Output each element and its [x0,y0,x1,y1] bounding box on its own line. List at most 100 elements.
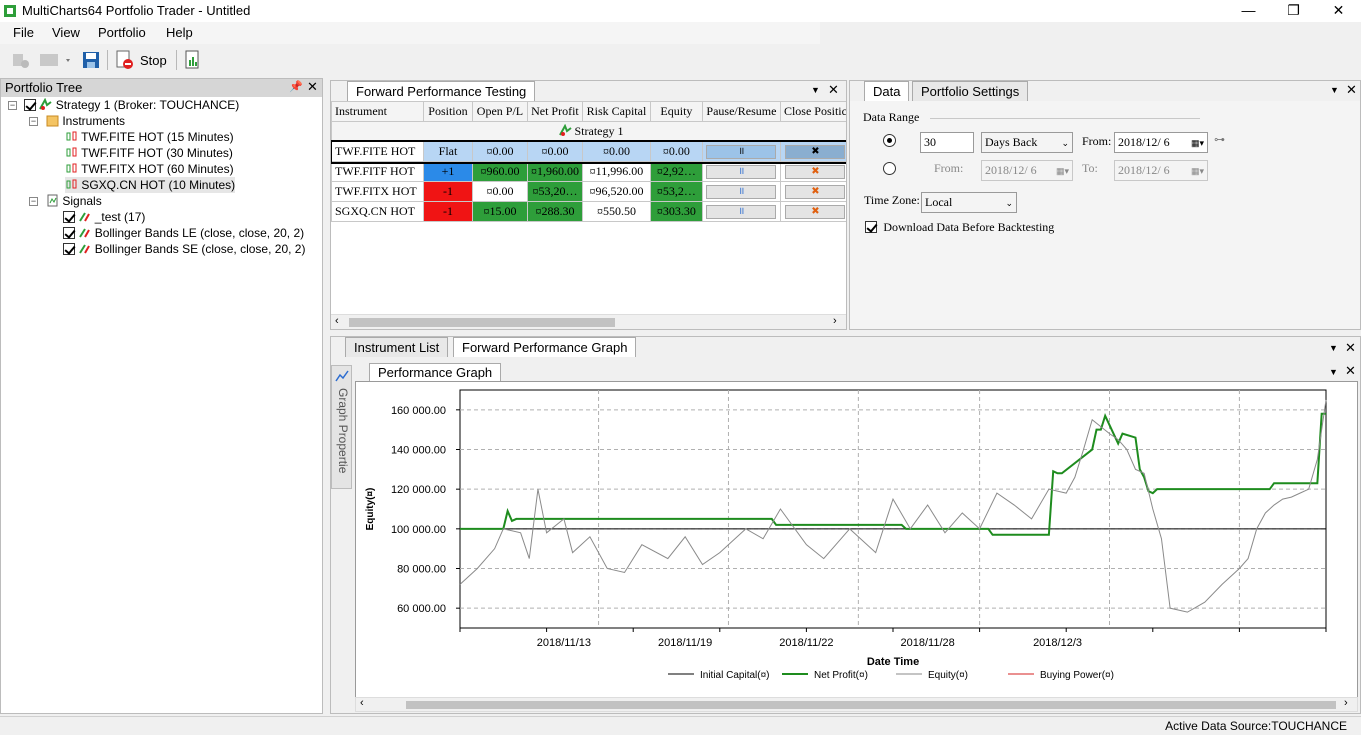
tree-instrument[interactable]: TWF.FITX HOT (60 Minutes) [65,161,234,177]
stop-icon[interactable] [114,48,136,72]
cell-close: ✖ [779,141,846,162]
tab-forward-performance-testing[interactable]: Forward Performance Testing [347,81,536,101]
fpt-tabstrip: Forward Performance Testing ▼ ✕ [331,81,846,101]
to-date-picker[interactable]: 2018/12/ 6 ▦▾ [1114,160,1208,181]
tree-signals[interactable]: Signals [46,193,102,209]
menu-help[interactable]: Help [166,25,193,40]
from-label: From: [1082,134,1112,148]
menu-portfolio[interactable]: Portfolio [98,25,146,40]
maximize-button[interactable]: ❐ [1271,0,1316,22]
close-position-button[interactable]: ✖ [785,185,846,200]
pause-button[interactable]: ॥ [706,205,777,220]
close-position-button[interactable]: ✖ [785,165,846,180]
checkbox[interactable] [63,227,75,239]
tab-portfolio-settings[interactable]: Portfolio Settings [912,81,1029,101]
checkbox[interactable] [24,99,36,111]
col-net-profit[interactable]: Net Profit [526,101,583,122]
close-window-button[interactable]: ✕ [1316,0,1361,22]
minimize-button[interactable]: — [1226,0,1271,22]
table-row[interactable]: TWF.FITX HOT -1 ¤0.00 ¤53,20… ¤96,520.00… [331,181,846,202]
tree-instruments[interactable]: Instruments [46,113,125,129]
collapse-icon[interactable]: − [8,101,17,110]
fpt-grid: Instrument Position Open P/L Net Profit … [331,101,846,222]
cell-instrument: TWF.FITE HOT [331,141,424,162]
scrollbar-thumb[interactable] [406,701,1336,709]
tree-instrument[interactable]: TWF.FITF HOT (30 Minutes) [65,145,233,161]
tree-strategy[interactable]: Strategy 1 (Broker: TOUCHANCE) [24,97,239,113]
pin-icon[interactable]: 📌 [289,80,303,93]
days-input[interactable]: 30 [920,132,974,153]
scroll-left-icon[interactable]: ‹ [360,697,364,709]
from-date-picker[interactable]: 2018/12/ 6 ▦▾ [1114,132,1208,153]
scrollbar-thumb[interactable] [349,318,615,327]
tree-instrument[interactable]: SGXQ.CN HOT (10 Minutes) [65,177,236,193]
col-instrument[interactable]: Instrument [331,101,424,122]
scroll-left-icon[interactable]: ‹ [335,315,339,327]
menu-view[interactable]: View [52,25,80,40]
close-icon[interactable]: ✕ [1345,340,1356,356]
x-tick-label: 2018/12/3 [1033,637,1082,649]
days-mode-select[interactable]: Days Back ⌄ [981,132,1073,153]
scroll-right-icon[interactable]: › [1344,697,1348,709]
checkbox[interactable] [63,211,75,223]
table-row[interactable]: TWF.FITE HOT Flat ¤0.00 ¤0.00 ¤0.00 ¤0.0… [331,139,846,164]
plot-area [459,389,1327,629]
save-icon[interactable] [80,48,102,72]
stop-button[interactable]: Stop [140,53,167,68]
pause-button[interactable]: ॥ [706,145,777,160]
close-icon[interactable]: ✕ [1345,363,1356,379]
col-risk-capital[interactable]: Risk Capital [581,101,651,122]
cell-pause: ॥ [701,161,781,182]
close-position-button[interactable]: ✖ [785,205,846,220]
close-icon[interactable]: ✕ [828,82,839,98]
horizontal-scrollbar[interactable]: ‹ › [331,314,846,329]
scroll-right-icon[interactable]: › [833,315,837,327]
download-data-checkbox-row[interactable]: Download Data Before Backtesting [865,220,1054,235]
checkbox[interactable] [63,243,75,255]
link-icon[interactable]: ⊶ [1214,133,1225,146]
timezone-select[interactable]: Local ⌄ [921,192,1017,213]
tree-signal[interactable]: Bollinger Bands SE (close, close, 20, 2) [63,241,305,257]
close-icon[interactable]: ✕ [307,79,318,95]
tree-signal[interactable]: Bollinger Bands LE (close, close, 20, 2) [63,225,304,241]
menu-file[interactable]: File [13,25,34,40]
from2-date-value: 2018/12/ 6 [985,163,1037,177]
chevron-down-icon[interactable]: ▼ [1329,367,1338,377]
chevron-down-icon[interactable]: ▼ [1330,85,1339,95]
pause-button[interactable]: ॥ [706,165,777,180]
signal-label: Bollinger Bands LE (close, close, 20, 2) [94,226,305,240]
group-row: Strategy 1 [331,121,846,142]
tab-data[interactable]: Data [864,81,910,101]
chevron-down-icon[interactable]: ▼ [811,85,820,95]
col-position[interactable]: Position [422,101,473,122]
download-data-checkbox[interactable] [865,221,877,233]
add-instrument-icon[interactable] [10,48,32,72]
tab-performance-graph[interactable]: Performance Graph [369,363,502,382]
pause-button[interactable]: ॥ [706,185,777,200]
collapse-icon[interactable]: − [29,197,38,206]
date-range-radio[interactable] [883,162,896,175]
graph-properties-side-tab[interactable]: Graph Propertie [331,365,352,489]
performance-chart[interactable]: 60 000.00 80 000.00 100 000.00 120 000.00 14… [356,382,1357,694]
col-pause-resume[interactable]: Pause/Resume [701,101,781,122]
tab-forward-performance-graph[interactable]: Forward Performance Graph [453,337,637,357]
cell-open-pl: ¤0.00 [471,181,528,202]
close-position-button[interactable]: ✖ [785,145,846,160]
tree-signal[interactable]: _test (17) [63,209,145,225]
tab-instrument-list[interactable]: Instrument List [345,337,449,357]
table-row[interactable]: SGXQ.CN HOT -1 ¤15.00 ¤288.30 ¤550.50 ¤3… [331,201,846,222]
collapse-icon[interactable]: − [29,117,38,126]
tree-instrument[interactable]: TWF.FITE HOT (15 Minutes) [65,129,234,145]
days-back-radio[interactable] [883,134,896,147]
download-data-label: Download Data Before Backtesting [883,220,1055,234]
from2-date-picker[interactable]: 2018/12/ 6 ▦▾ [981,160,1073,181]
report-icon[interactable] [182,48,204,72]
message-dropdown-icon[interactable] [38,48,74,72]
chevron-down-icon[interactable]: ▼ [1329,343,1338,353]
close-icon[interactable]: ✕ [1346,82,1357,98]
col-open-pl[interactable]: Open P/L [471,101,528,122]
col-close-position[interactable]: Close Positic [779,101,846,122]
table-row[interactable]: TWF.FITF HOT +1 ¤960.00 ¤1,960.00 ¤11,99… [331,161,846,182]
graph-horizontal-scrollbar[interactable]: ‹ › [355,697,1358,712]
col-equity[interactable]: Equity [649,101,703,122]
